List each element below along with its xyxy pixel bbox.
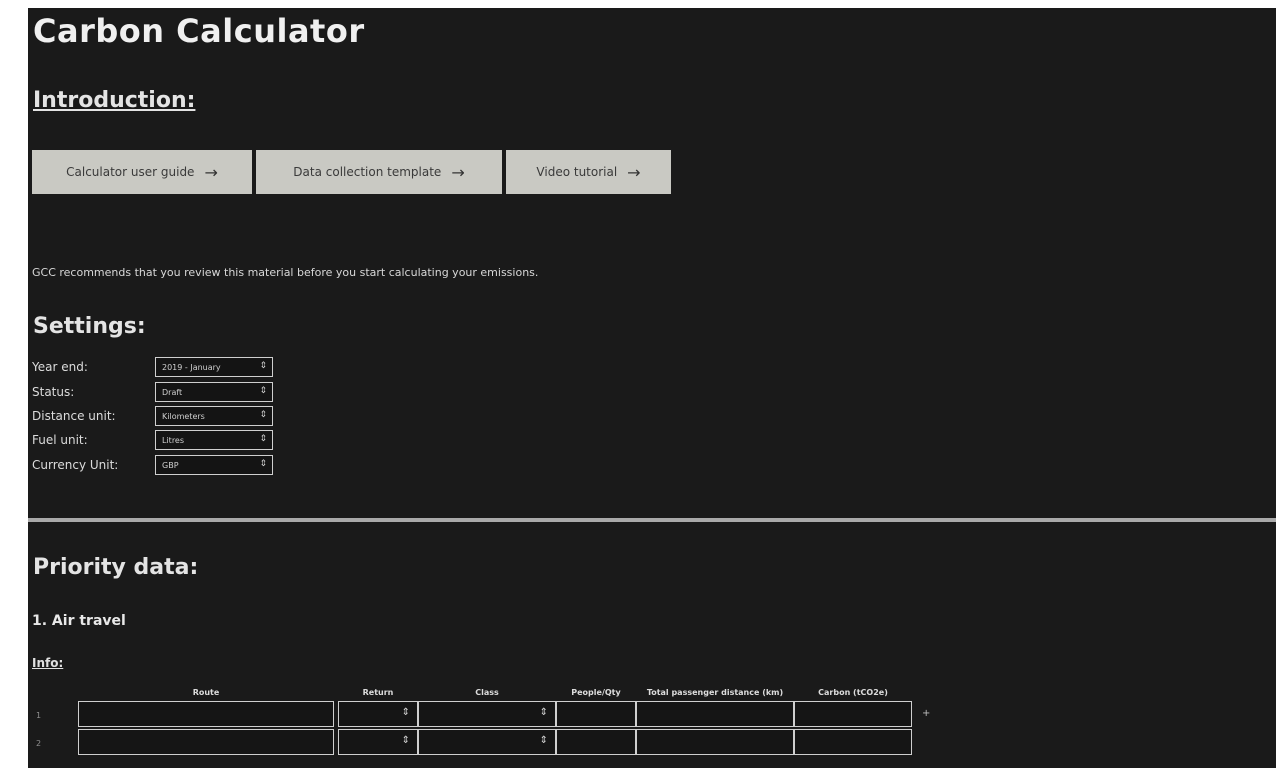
column-header-people: People/Qty — [571, 688, 621, 697]
intro-button-row: Calculator user guide → Data collection … — [32, 150, 671, 194]
currency-unit-select[interactable]: GBP ⇕ — [155, 455, 273, 475]
page-title: Carbon Calculator — [33, 12, 365, 50]
chevron-updown-icon: ⇕ — [401, 735, 410, 746]
row-number: 2 — [36, 739, 42, 748]
arrow-right-icon: → — [627, 162, 641, 182]
section-divider — [28, 518, 1276, 522]
chevron-updown-icon: ⇕ — [401, 707, 410, 718]
button-label: Video tutorial — [536, 165, 618, 179]
setting-label-fuel-unit: Fuel unit: — [32, 433, 88, 447]
carbon-output — [794, 729, 912, 755]
settings-heading: Settings: — [33, 314, 146, 339]
column-header-carbon: Carbon (tCO2e) — [818, 688, 888, 697]
setting-label-year-end: Year end: — [32, 360, 88, 374]
column-header-return: Return — [362, 688, 394, 697]
add-row-button[interactable]: + — [922, 708, 930, 719]
video-tutorial-button[interactable]: Video tutorial → — [506, 150, 671, 194]
select-value: 2019 - January — [162, 362, 221, 372]
route-input[interactable] — [78, 701, 334, 727]
select-value: Draft — [162, 387, 183, 397]
column-header-class: Class — [475, 688, 499, 697]
chevron-updown-icon: ⇕ — [259, 386, 267, 396]
column-header-route: Route — [192, 688, 220, 697]
select-value: Kilometers — [162, 411, 205, 421]
arrow-right-icon: → — [451, 162, 465, 182]
return-select[interactable]: ⇕ — [338, 701, 418, 727]
review-note: GCC recommends that you review this mate… — [32, 266, 539, 279]
air-travel-title: 1. Air travel — [32, 613, 126, 629]
row-number: 1 — [36, 711, 42, 720]
button-label: Data collection template — [293, 165, 442, 179]
carbon-output — [794, 701, 912, 727]
select-value: Litres — [162, 435, 185, 445]
distance-input[interactable] — [636, 701, 794, 727]
fuel-unit-select[interactable]: Litres ⇕ — [155, 430, 273, 450]
select-value: GBP — [162, 460, 179, 470]
introduction-heading: Introduction: — [33, 88, 196, 113]
data-collection-template-button[interactable]: Data collection template → — [256, 150, 502, 194]
setting-label-currency-unit: Currency Unit: — [32, 458, 119, 472]
people-input[interactable] — [556, 701, 636, 727]
calculator-panel: Carbon Calculator Introduction: Calculat… — [28, 8, 1276, 768]
people-input[interactable] — [556, 729, 636, 755]
setting-label-distance-unit: Distance unit: — [32, 409, 116, 423]
chevron-updown-icon: ⇕ — [259, 361, 267, 371]
chevron-updown-icon: ⇕ — [539, 707, 548, 718]
info-link[interactable]: Info: — [32, 656, 63, 670]
chevron-updown-icon: ⇕ — [259, 459, 267, 469]
button-label: Calculator user guide — [66, 165, 195, 179]
status-select[interactable]: Draft ⇕ — [155, 382, 273, 402]
setting-label-status: Status: — [32, 385, 75, 399]
calculator-user-guide-button[interactable]: Calculator user guide → — [32, 150, 252, 194]
chevron-updown-icon: ⇕ — [539, 735, 548, 746]
year-end-select[interactable]: 2019 - January ⇕ — [155, 357, 273, 377]
priority-data-heading: Priority data: — [33, 555, 199, 580]
route-input[interactable] — [78, 729, 334, 755]
arrow-right-icon: → — [204, 162, 218, 182]
column-header-distance: Total passenger distance (km) — [646, 688, 784, 697]
chevron-updown-icon: ⇕ — [259, 410, 267, 420]
return-select[interactable]: ⇕ — [338, 729, 418, 755]
class-select[interactable]: ⇕ — [418, 729, 556, 755]
distance-input[interactable] — [636, 729, 794, 755]
chevron-updown-icon: ⇕ — [259, 434, 267, 444]
distance-unit-select[interactable]: Kilometers ⇕ — [155, 406, 273, 426]
class-select[interactable]: ⇕ — [418, 701, 556, 727]
